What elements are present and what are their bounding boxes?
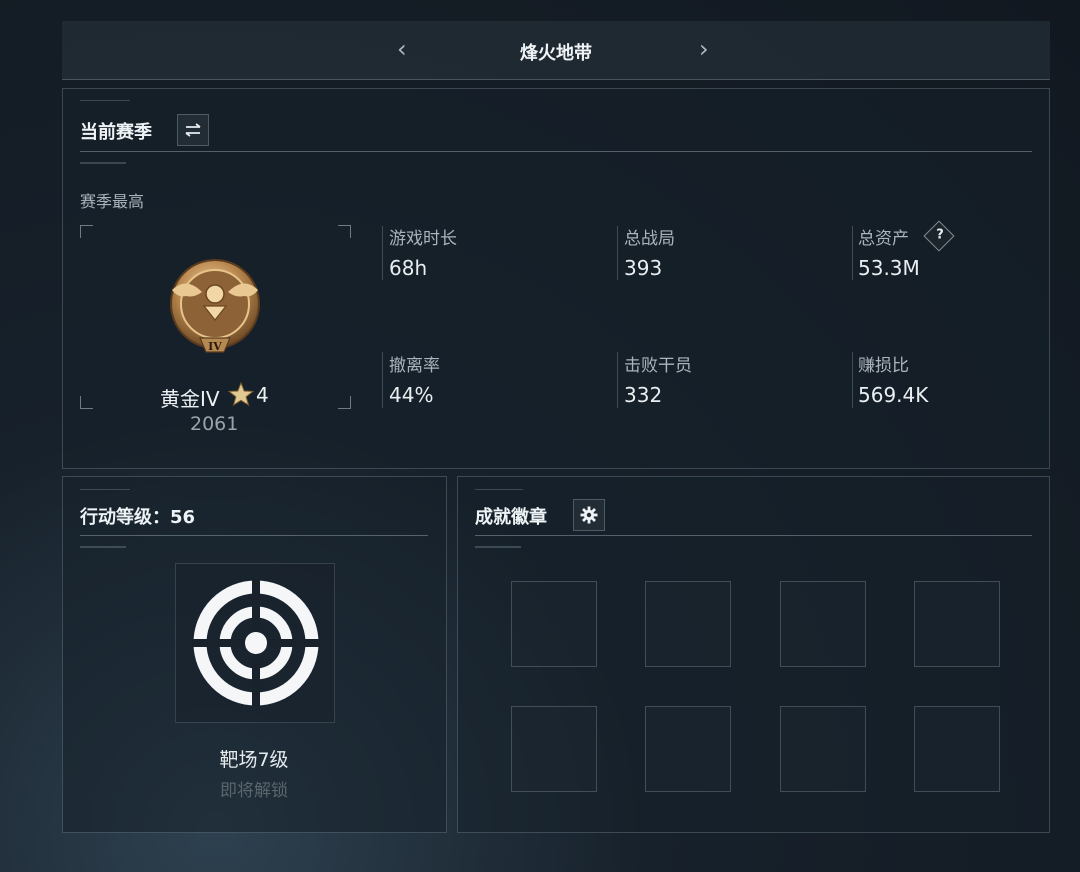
decor-tick [475,546,521,548]
stat-label: 总战局 [624,229,675,249]
stat-divider [382,226,383,280]
stat-value: 393 [624,256,663,280]
frame-corner [338,396,351,409]
stat-divider [852,352,853,408]
stat-label: 撤离率 [389,356,440,376]
badge-slot[interactable] [780,706,866,792]
season-divider [80,151,1032,152]
stat-value: 53.3M [858,256,920,280]
stat-divider [617,226,618,280]
frame-corner [80,396,93,409]
mode-title: 烽火地带 [520,43,592,64]
decor-tick [80,162,126,164]
mode-switcher-bar: ‹ 烽火地带 › [62,21,1050,80]
decor-tick [80,100,130,101]
eagle-medal-icon: IV [166,254,264,358]
badge-slot[interactable] [511,581,597,667]
action-level-heading: 行动等级：56 [80,507,196,528]
frame-corner [338,225,351,238]
target-reticle-icon [192,579,320,711]
stat-divider [617,352,618,408]
badge-slot[interactable] [645,706,731,792]
stat-label: 游戏时长 [389,229,457,249]
badge-slot[interactable] [780,581,866,667]
rank-stars: 4 [256,383,269,407]
achievements-heading: 成就徽章 [475,507,547,528]
svg-text:IV: IV [208,340,222,353]
chevron-right-icon[interactable]: › [699,35,709,63]
achievements-divider [475,535,1032,536]
stat-value: 44% [389,383,434,407]
target-badge-frame[interactable] [175,563,335,723]
frame-corner [80,225,93,238]
season-best-label: 赛季最高 [80,192,145,211]
decor-tick [80,546,126,548]
stat-label: 总资产 [858,229,909,249]
gear-icon[interactable] [573,499,605,531]
stat-divider [382,352,383,408]
stat-label: 击败干员 [624,356,692,376]
rank-points: 2061 [190,413,239,435]
rank-name: 黄金IV [160,387,220,411]
badge-slot[interactable] [511,706,597,792]
badge-status: 即将解锁 [220,781,288,801]
badge-slot[interactable] [914,581,1000,667]
swap-icon[interactable] [177,114,209,146]
decor-tick [475,489,523,490]
badge-name: 靶场7级 [219,749,289,771]
badge-slot[interactable] [645,581,731,667]
stat-value: 332 [624,383,663,407]
decor-tick [80,489,130,490]
stat-value: 68h [389,256,428,280]
action-level-divider [80,535,428,536]
stat-divider [852,226,853,280]
stat-value: 569.4K [858,383,929,407]
season-heading: 当前赛季 [80,122,152,143]
stat-label: 赚损比 [858,356,909,376]
badge-slot[interactable] [914,706,1000,792]
star-icon [227,381,255,410]
